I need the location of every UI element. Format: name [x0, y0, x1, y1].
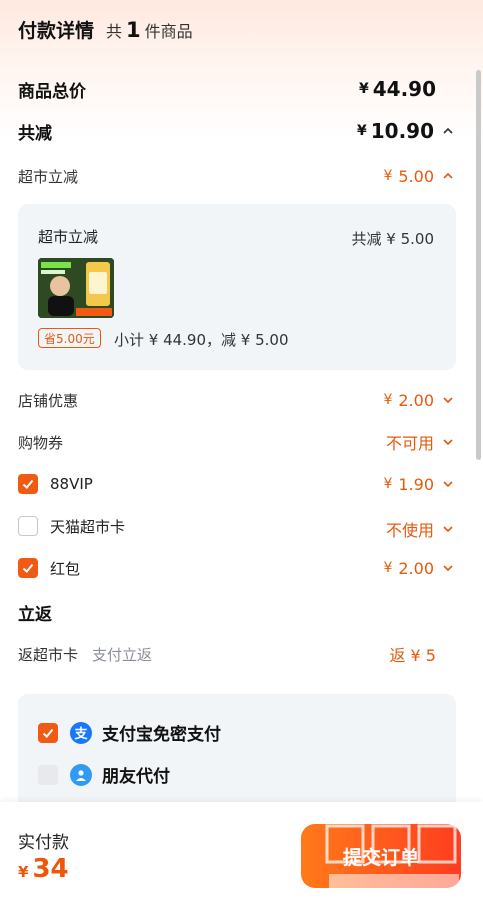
friend-pay-checkbox[interactable]	[38, 764, 58, 785]
coupon-row[interactable]: 购物券 不可用	[18, 428, 456, 456]
payment-method-card: 支 支付宝免密支付 朋友代付	[18, 694, 456, 814]
subtotal-text: 小计 ¥ 44.90，减 ¥ 5.00	[114, 331, 289, 349]
cashback-row: 返超市卡 支付立返 返 ¥ 5	[18, 640, 456, 668]
coupon-label: 购物券	[18, 433, 64, 452]
red-packet-label: 红包	[50, 559, 81, 578]
chevron-down-icon[interactable]	[440, 392, 456, 408]
discount-card-total: 共减 ¥ 5.00	[351, 230, 434, 248]
store-discount-row[interactable]: 店铺优惠 ¥2.00	[18, 386, 456, 414]
cashback-section: 立返	[18, 598, 456, 626]
currency-symbol: ¥	[383, 392, 393, 408]
chevron-up-icon[interactable]	[440, 123, 456, 139]
cashback-label: 返超市卡	[18, 645, 79, 664]
submit-order-button[interactable]: 提交订单	[301, 824, 461, 888]
chevron-up-icon[interactable]	[440, 168, 456, 184]
tmall-card-status: 不使用	[385, 521, 434, 540]
total-price-label: 商品总价	[18, 81, 86, 102]
actual-pay-amount: ¥34	[18, 854, 69, 884]
save-tag: 省5.00元	[38, 328, 101, 348]
red-packet-row[interactable]: 红包 ¥2.00	[18, 554, 456, 582]
red-packet-amount: ¥2.00	[383, 559, 456, 578]
friend-pay-label: 朋友代付	[102, 767, 170, 787]
page-title: 付款详情	[18, 20, 95, 42]
friend-pay-option[interactable]: 朋友代付	[38, 762, 170, 787]
red-packet-checkbox[interactable]	[18, 558, 38, 578]
currency-symbol: ¥	[358, 81, 369, 97]
actual-pay-value: 34	[32, 854, 69, 884]
cashback-value: 返 ¥ 5	[389, 646, 436, 665]
store-discount-value: 2.00	[398, 390, 434, 410]
supermarket-discount-label: 超市立减	[18, 167, 79, 186]
vip-value: 1.90	[398, 474, 434, 494]
total-reduce-row[interactable]: 共减 ¥10.90	[18, 116, 456, 146]
actual-pay-label: 实付款	[18, 833, 69, 853]
currency-symbol: ¥	[383, 476, 393, 492]
total-price-row: 商品总价 ¥44.90	[18, 74, 456, 104]
alipay-checkbox[interactable]	[38, 722, 58, 743]
tmall-card-label: 天猫超市卡	[50, 517, 126, 536]
red-packet-value: 2.00	[398, 558, 434, 578]
cashback-title: 立返	[18, 604, 52, 625]
currency-symbol: ¥	[356, 123, 367, 139]
total-reduce-amount: ¥10.90	[357, 119, 456, 143]
scrollbar[interactable]	[476, 70, 481, 460]
alipay-label: 支付宝免密支付	[102, 725, 221, 745]
discount-card-title: 超市立减	[38, 228, 99, 246]
tmall-card-checkbox[interactable]	[18, 516, 38, 536]
item-count-suffix: 件商品	[144, 22, 193, 41]
vip-amount: ¥1.90	[383, 475, 456, 494]
item-count-prefix: 共	[106, 22, 123, 41]
currency-symbol: ¥	[383, 560, 393, 576]
chevron-down-icon[interactable]	[440, 560, 456, 576]
friend-pay-icon	[70, 763, 92, 786]
supermarket-discount-value: 5.00	[398, 166, 434, 186]
tmall-card-value: 不使用	[386, 517, 456, 541]
item-count-number: 1	[126, 18, 141, 42]
supermarket-discount-row[interactable]: 超市立减 ¥5.00	[18, 162, 456, 190]
discount-detail-card: 超市立减 共减 ¥ 5.00 省5.00元 小计 ¥ 44.90，减 ¥ 5.0…	[18, 204, 456, 370]
coupon-status: 不可用	[385, 434, 434, 453]
currency-symbol: ¥	[383, 168, 393, 184]
store-discount-amount: ¥2.00	[383, 391, 456, 410]
coupon-value: 不可用	[386, 430, 456, 454]
currency-symbol: ¥	[18, 863, 29, 881]
checkout-bar: 实付款 ¥34 提交订单	[0, 802, 483, 904]
store-discount-label: 店铺优惠	[18, 391, 79, 410]
cashback-sub-label: 支付立返	[92, 645, 153, 664]
total-price-amount: ¥44.90	[359, 77, 436, 101]
chevron-down-icon[interactable]	[440, 434, 456, 450]
vip-checkbox[interactable]	[18, 474, 38, 494]
item-count: 共 1 件商品	[106, 18, 193, 42]
tmall-card-row[interactable]: 天猫超市卡 不使用	[18, 512, 456, 540]
product-thumbnail[interactable]	[38, 258, 114, 318]
vip-label: 88VIP	[50, 475, 93, 493]
alipay-icon: 支	[70, 721, 92, 744]
page-header: 付款详情 共 1 件商品	[18, 16, 193, 48]
total-price-value: 44.90	[372, 77, 436, 101]
alipay-option[interactable]: 支 支付宝免密支付	[38, 720, 221, 745]
vip-row[interactable]: 88VIP ¥1.90	[18, 470, 456, 498]
total-reduce-value: 10.90	[370, 119, 434, 143]
total-reduce-label: 共减	[18, 123, 52, 144]
chevron-down-icon[interactable]	[440, 521, 456, 537]
chevron-down-icon[interactable]	[440, 476, 456, 492]
supermarket-discount-amount: ¥5.00	[383, 167, 456, 186]
